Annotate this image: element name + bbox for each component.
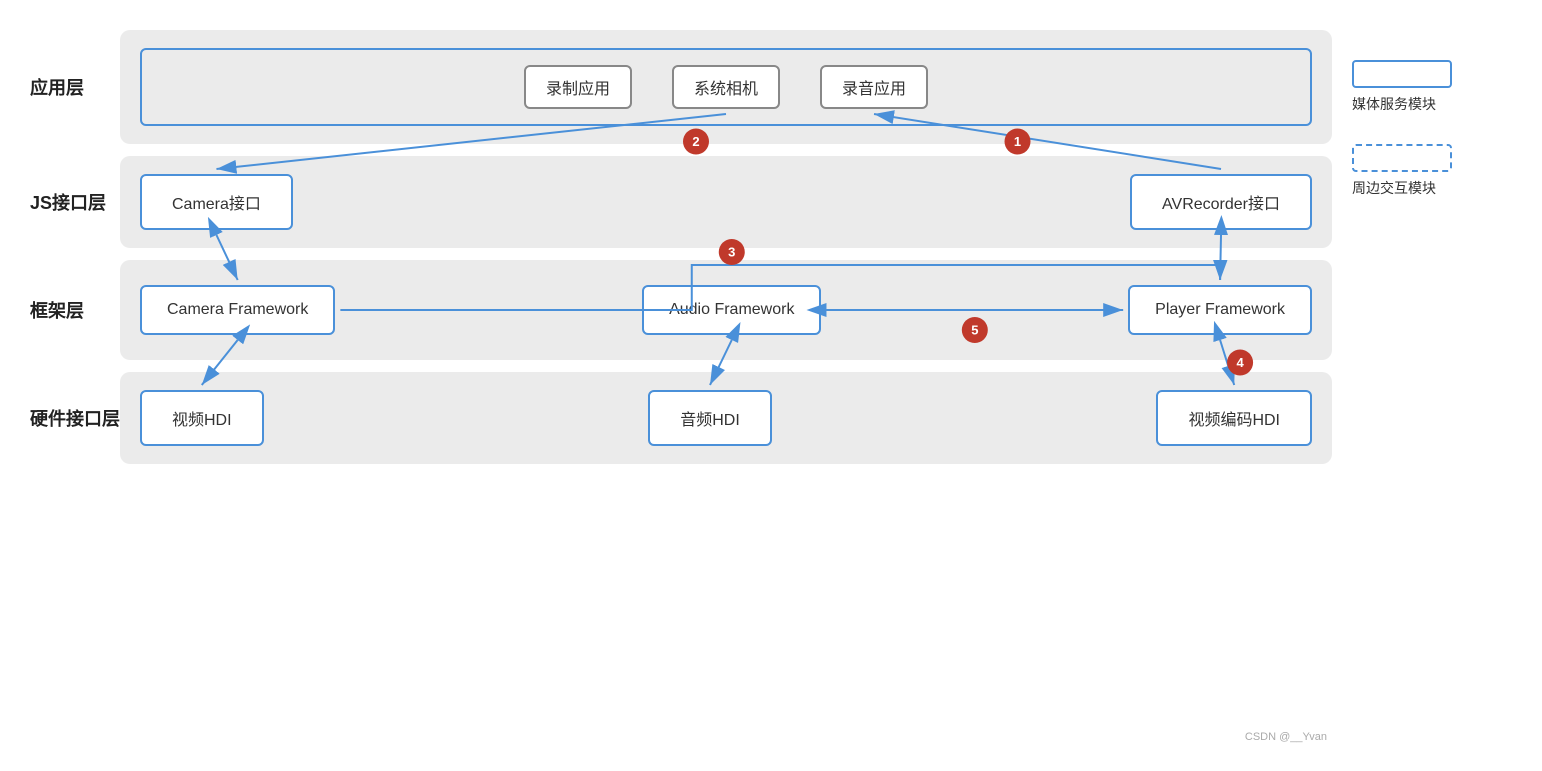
framework-layer-content: Camera Framework Audio Framework Player … [120, 260, 1332, 360]
app-boxes-container: 录制应用 系统相机 录音应用 [140, 48, 1312, 126]
diagram-area: 应用层 录制应用 系统相机 录音应用 JS接口层 Camera接口 AVReco… [20, 20, 1342, 751]
app-box-camera: 系统相机 [672, 65, 780, 109]
legend-media-label: 媒体服务模块 [1352, 94, 1522, 114]
hw-boxes-container: 视频HDI 音频HDI 视频编码HDI [140, 390, 1312, 446]
hw-layer: 硬件接口层 视频HDI 音频HDI 视频编码HDI [30, 372, 1332, 464]
hw-layer-label: 硬件接口层 [30, 405, 120, 431]
framework-layer: 框架层 Camera Framework Audio Framework Pla… [30, 260, 1332, 360]
hw-box-video: 视频HDI [140, 390, 264, 446]
framework-box-audio: Audio Framework [642, 285, 821, 335]
legend-peripheral: 周边交互模块 [1352, 144, 1522, 198]
hw-box-video-codec: 视频编码HDI [1156, 390, 1312, 446]
legend-media: 媒体服务模块 [1352, 60, 1522, 114]
app-box-record: 录制应用 [524, 65, 632, 109]
legend-peripheral-label: 周边交互模块 [1352, 178, 1522, 198]
js-boxes-container: Camera接口 AVRecorder接口 [140, 174, 1312, 230]
js-box-camera: Camera接口 [140, 174, 293, 230]
main-container: 应用层 录制应用 系统相机 录音应用 JS接口层 Camera接口 AVReco… [0, 0, 1542, 771]
legend-area: 媒体服务模块 周边交互模块 [1342, 20, 1542, 751]
framework-layer-label: 框架层 [30, 297, 120, 323]
legend-media-box [1352, 60, 1452, 88]
js-layer-content: Camera接口 AVRecorder接口 [120, 156, 1332, 248]
watermark: CSDN @__Yvan [1245, 731, 1327, 743]
legend-peripheral-box [1352, 144, 1452, 172]
app-layer: 应用层 录制应用 系统相机 录音应用 [30, 30, 1332, 144]
framework-box-player: Player Framework [1128, 285, 1312, 335]
js-box-avrecorder: AVRecorder接口 [1130, 174, 1312, 230]
js-layer: JS接口层 Camera接口 AVRecorder接口 [30, 156, 1332, 248]
framework-boxes-container: Camera Framework Audio Framework Player … [140, 285, 1312, 335]
app-layer-label: 应用层 [30, 74, 120, 100]
hw-layer-content: 视频HDI 音频HDI 视频编码HDI [120, 372, 1332, 464]
app-layer-content: 录制应用 系统相机 录音应用 [120, 30, 1332, 144]
js-layer-label: JS接口层 [30, 189, 120, 215]
hw-box-audio: 音频HDI [648, 390, 772, 446]
framework-box-camera: Camera Framework [140, 285, 335, 335]
app-box-audio-record: 录音应用 [820, 65, 928, 109]
